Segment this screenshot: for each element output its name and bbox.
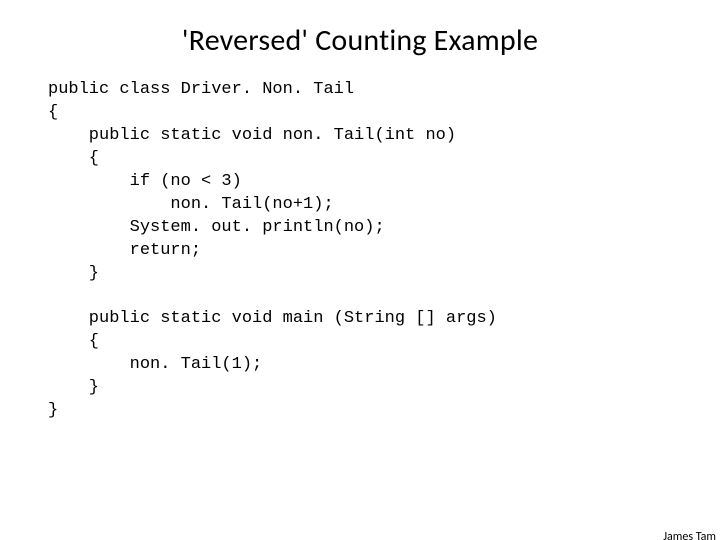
slide-title: 'Reversed' Counting Example: [0, 22, 720, 59]
slide: 'Reversed' Counting Example public class…: [0, 22, 720, 540]
code-block: public class Driver. Non. Tail { public …: [0, 79, 720, 423]
footer-author: James Tam: [663, 530, 716, 540]
